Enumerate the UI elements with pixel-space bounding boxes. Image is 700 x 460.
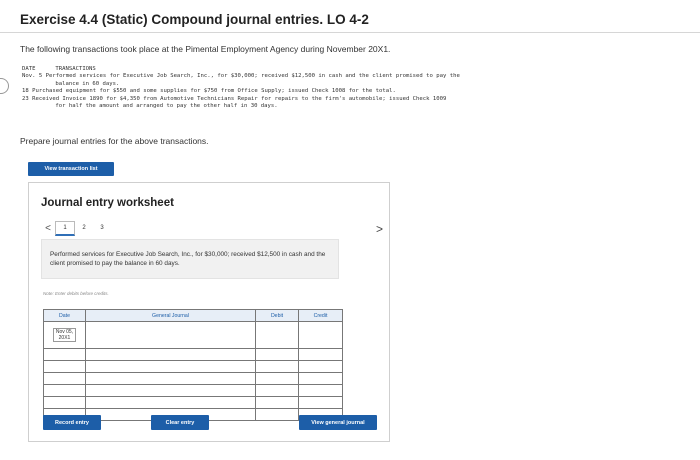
debit-input[interactable]: [256, 385, 299, 396]
account-input[interactable]: [86, 385, 256, 396]
journal-header-row: Date General Journal Debit Credit: [44, 310, 342, 322]
date-cell: [44, 385, 86, 396]
divider: [0, 32, 700, 33]
journal-row: [44, 361, 342, 373]
debit-input[interactable]: [256, 397, 299, 408]
journal-row: [44, 373, 342, 385]
journal-row: Nov 05, 20X1: [44, 322, 342, 349]
debit-input[interactable]: [256, 322, 299, 348]
journal-row: [44, 385, 342, 397]
journal-entry-worksheet: Journal entry worksheet < 1 2 3 Performe…: [28, 182, 390, 442]
credit-column-header: Credit: [313, 312, 328, 319]
view-transaction-list-button[interactable]: View transaction list: [28, 162, 114, 176]
record-entry-button[interactable]: Record entry: [43, 415, 101, 430]
account-input[interactable]: [86, 349, 256, 360]
debit-input[interactable]: [256, 349, 299, 360]
debit-input[interactable]: [256, 409, 299, 420]
date-cell: [44, 361, 86, 372]
debit-input[interactable]: [256, 373, 299, 384]
transaction-row: 18 Purchased equipment for $550 and some…: [22, 88, 396, 95]
date-select[interactable]: Nov 05, 20X1: [52, 328, 77, 342]
journal-table: Date General Journal Debit Credit Nov 05…: [43, 309, 343, 421]
worksheet-title: Journal entry worksheet: [41, 197, 174, 209]
page-2-tab[interactable]: 2: [75, 222, 93, 234]
date-cell: [44, 397, 86, 408]
page-1-tab[interactable]: 1: [55, 220, 75, 236]
transaction-row: 23 Received Invoice 1890 for $4,350 from…: [22, 95, 447, 102]
account-input[interactable]: [86, 322, 256, 348]
view-general-journal-button[interactable]: View general journal: [299, 415, 377, 430]
date-cell: [44, 349, 86, 360]
date-column-header: Date: [44, 310, 86, 321]
transactions-header: TRANSACTIONS: [55, 66, 96, 72]
transaction-description-box: Performed services for Executive Job Sea…: [41, 239, 339, 279]
account-input[interactable]: [86, 397, 256, 408]
transaction-description: Performed services for Executive Job Sea…: [50, 251, 326, 267]
transaction-row: balance in 60 days.: [52, 80, 120, 87]
credit-input[interactable]: [299, 349, 342, 360]
transaction-row: Nov. 5 Performed services for Executive …: [22, 73, 460, 80]
note-text: Note: Enter debits before credits.: [43, 291, 109, 296]
account-input[interactable]: [86, 373, 256, 384]
credit-input[interactable]: [299, 385, 342, 396]
credit-input[interactable]: [299, 361, 342, 372]
transactions-list: DATE TRANSACTIONS Nov. 5 Performed servi…: [22, 66, 460, 110]
page-3-tab[interactable]: 3: [93, 222, 111, 234]
date-cell[interactable]: Nov 05, 20X1: [44, 322, 86, 348]
credit-input[interactable]: [299, 397, 342, 408]
date-header: DATE: [22, 66, 36, 72]
credit-input[interactable]: [299, 322, 342, 348]
journal-row: [44, 397, 342, 409]
instructions-text: Prepare journal entries for the above tr…: [20, 136, 209, 146]
debit-input[interactable]: [256, 361, 299, 372]
debit-column-header: Debit: [256, 310, 299, 321]
intro-text: The following transactions took place at…: [20, 44, 391, 54]
chevron-left-icon[interactable]: <: [41, 223, 55, 234]
account-input[interactable]: [86, 361, 256, 372]
transaction-row: for half the amount and arranged to pay …: [52, 103, 278, 110]
journal-row: [44, 349, 342, 361]
chevron-right-icon[interactable]: >: [376, 222, 383, 236]
general-journal-column-header: General Journal: [86, 310, 256, 321]
clear-entry-button[interactable]: Clear entry: [151, 415, 209, 430]
page-title: Exercise 4.4 (Static) Compound journal e…: [20, 12, 369, 27]
worksheet-pagination: < 1 2 3: [41, 220, 111, 236]
side-collapse-handle[interactable]: [0, 78, 9, 94]
date-cell: [44, 373, 86, 384]
credit-input[interactable]: [299, 373, 342, 384]
